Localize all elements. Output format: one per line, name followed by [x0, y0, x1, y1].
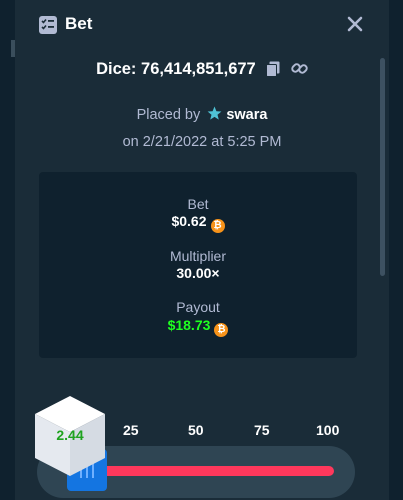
bet-amount: $0.62 ₿ [39, 213, 357, 233]
bet-stats-panel: Bet $0.62 ₿ Multiplier 30.00× Payout $18.… [39, 172, 357, 358]
bet-id-line: Dice: 76,414,851,677 [15, 60, 389, 79]
tick-label: 75 [254, 422, 270, 438]
bet-modal: Bet Dice: 76,414,851,677 Placed by swara… [15, 0, 389, 500]
modal-title: Bet [65, 14, 93, 33]
copy-icon[interactable] [266, 61, 280, 77]
vip-star-icon [207, 106, 222, 120]
dice-result-cube: 2.44 [35, 396, 105, 476]
bet-date: on 2/21/2022 at 5:25 PM [122, 134, 282, 150]
bitcoin-icon: ₿ [214, 323, 229, 337]
payout-label: Payout [176, 299, 220, 315]
placed-by-line: Placed by swara [15, 106, 389, 123]
tick-label: 50 [188, 422, 204, 438]
lose-zone [99, 466, 334, 476]
dice-result-value: 2.44 [56, 427, 84, 443]
close-icon[interactable] [345, 14, 365, 34]
payout-value: $18.73 [167, 317, 211, 333]
tick-label: 100 [316, 422, 340, 438]
game-label: Dice: [96, 60, 137, 78]
scrollbar-thumb[interactable] [380, 58, 385, 276]
bet-amount-label: Bet [187, 196, 209, 212]
bet-id: 76,414,851,677 [141, 60, 256, 78]
bet-amount-value: $0.62 [171, 213, 207, 229]
modal-header: Bet [15, 0, 389, 50]
bitcoin-icon: ₿ [210, 219, 225, 233]
tick-label: 25 [123, 422, 139, 438]
link-icon[interactable] [291, 60, 308, 77]
placed-by-label: Placed by [136, 107, 201, 123]
username-link[interactable]: swara [226, 107, 267, 123]
multiplier-label: Multiplier [169, 248, 226, 264]
payout: $18.73 ₿ [39, 317, 357, 337]
multiplier-value: 30.00× [176, 265, 220, 281]
bet-list-icon [39, 16, 57, 34]
